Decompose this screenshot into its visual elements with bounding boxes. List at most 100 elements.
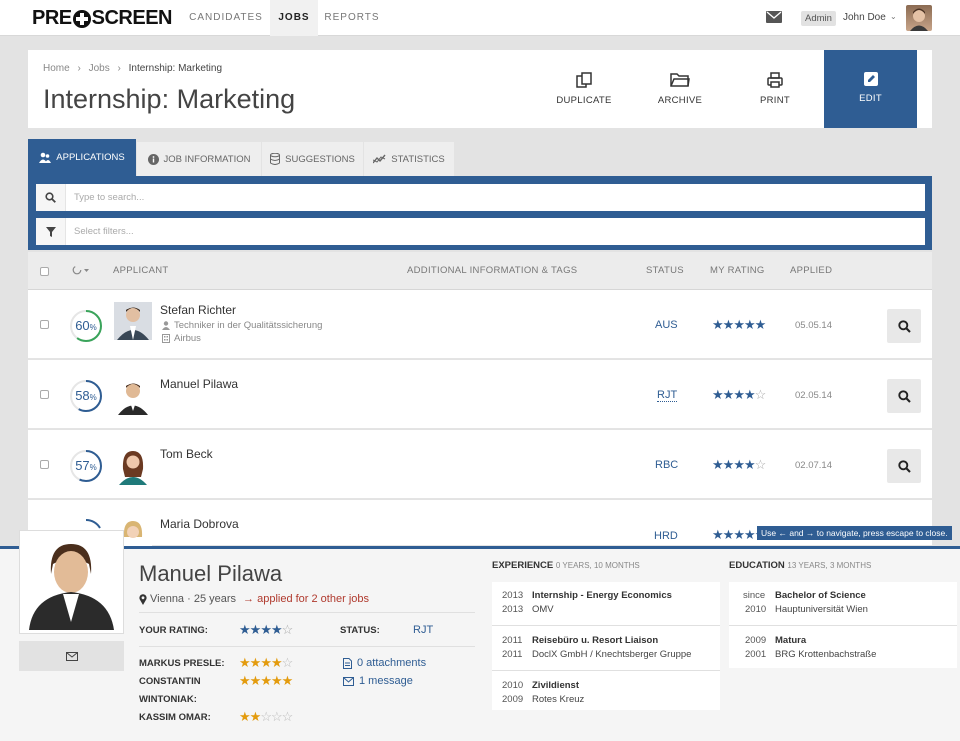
applicant-name[interactable]: Stefan Richter (160, 303, 236, 317)
star-filled-icon: ★ (239, 655, 251, 670)
star-filled-icon: ★ (712, 527, 724, 542)
logo-plus-icon (72, 9, 91, 28)
envelope-icon (65, 651, 78, 661)
education-title: EDUCATION (729, 560, 785, 571)
my-rating-stars[interactable]: ★★★★★ (712, 317, 766, 333)
divider (139, 646, 475, 647)
avatar[interactable] (114, 302, 152, 340)
experience-title: Zivildienst (532, 680, 579, 691)
building-icon (162, 334, 170, 343)
avatar[interactable] (114, 377, 152, 415)
users-icon (39, 152, 52, 163)
messages-link[interactable]: 1 message (343, 675, 413, 687)
breadcrumb-home[interactable]: Home (43, 63, 70, 74)
column-my-rating[interactable]: MY RATING (710, 265, 765, 276)
other-jobs-link[interactable]: → applied for 2 other jobs (243, 593, 369, 605)
applicant-name[interactable]: Manuel Pilawa (160, 377, 238, 391)
candidate-name: Manuel Pilawa (139, 561, 283, 586)
select-all-checkbox[interactable] (40, 267, 49, 276)
star-filled-icon: ★ (743, 457, 756, 472)
status-value[interactable]: RJT (657, 389, 678, 402)
star-filled-icon: ★ (281, 673, 294, 688)
experience-org: OMV (532, 604, 554, 615)
view-button[interactable] (887, 379, 921, 413)
message-button[interactable] (19, 641, 124, 671)
edit-icon (863, 72, 878, 86)
divider (729, 625, 957, 626)
database-icon (270, 153, 281, 165)
star-filled-icon: ★ (260, 673, 272, 688)
tab-suggestions[interactable]: SUGGESTIONS (262, 142, 363, 176)
row-checkbox[interactable] (40, 390, 49, 399)
nav-tab-candidates[interactable]: CANDIDATES (183, 0, 269, 36)
divider (492, 670, 720, 671)
row-checkbox[interactable] (40, 460, 49, 469)
duplicate-button[interactable]: DUPLICATE (540, 50, 628, 128)
star-filled-icon: ★ (733, 527, 745, 542)
edit-button[interactable]: EDIT (824, 50, 917, 128)
status-value[interactable]: HRD (654, 530, 678, 542)
breadcrumb-jobs[interactable]: Jobs (89, 63, 110, 74)
chevron-down-icon[interactable]: ⌄ (890, 12, 897, 21)
experience-org: Rotes Kreuz (532, 694, 585, 705)
breadcrumb: Home › Jobs › Internship: Marketing (43, 63, 222, 74)
status-value[interactable]: RBC (655, 459, 678, 471)
star-filled-icon: ★ (712, 457, 724, 472)
experience-year-to: 2013 (502, 604, 524, 615)
candidate-photo (19, 530, 124, 634)
applicant-name[interactable]: Tom Beck (160, 447, 213, 461)
print-button[interactable]: PRINT (731, 50, 819, 128)
experience-item: 2011 Reisebüro u. Resort Liaison 2011 DoclX… (502, 634, 710, 662)
education-item: since Bachelor of Science 2010 Hauptunivers… (739, 589, 947, 617)
rater-stars: ★★★★☆ (239, 655, 293, 671)
applicant-name[interactable]: Maria Dobrova (160, 517, 239, 531)
applicant-job: Techniker in der Qualitätssicherung (162, 320, 322, 331)
print-label: PRINT (760, 95, 790, 106)
mail-icon[interactable] (766, 11, 782, 23)
user-name[interactable]: John Doe (843, 12, 886, 23)
attachments-link[interactable]: 0 attachments (343, 657, 426, 669)
column-status[interactable]: STATUS (646, 265, 684, 276)
your-rating-stars[interactable]: ★★★★☆ (239, 622, 293, 638)
user-avatar[interactable] (906, 5, 932, 31)
nav-tab-reports[interactable]: REPORTS (318, 0, 386, 36)
my-rating-stars[interactable]: ★★★★☆ (712, 387, 766, 403)
search-field[interactable]: Type to search... (36, 184, 925, 211)
match-score-unit: % (89, 393, 97, 402)
match-score-value: 60 (75, 318, 90, 333)
status-value[interactable]: AUS (655, 319, 678, 331)
education-year-to: 2010 (745, 604, 767, 615)
logo[interactable]: PRE SCREEN (32, 7, 172, 30)
row-checkbox[interactable] (40, 320, 49, 329)
filter-input[interactable]: Select filters... (74, 226, 134, 237)
column-applied[interactable]: APPLIED (790, 265, 832, 276)
divider (492, 625, 720, 626)
status-value[interactable]: RJT (413, 624, 433, 636)
rater-label: WINTONIAK: (139, 694, 197, 705)
tab-suggestions-label: SUGGESTIONS (285, 153, 355, 165)
nav-tab-jobs[interactable]: JOBS (270, 0, 318, 36)
search-icon (36, 184, 66, 211)
view-button[interactable] (887, 449, 921, 483)
column-applicant[interactable]: APPLICANT (113, 265, 169, 276)
sort-score-icon[interactable] (72, 265, 92, 275)
star-filled-icon: ★ (270, 655, 283, 670)
tab-statistics[interactable]: STATISTICS (364, 142, 454, 176)
tab-job-information[interactable]: JOB INFORMATION (137, 142, 261, 176)
experience-year-to: 2011 (502, 649, 523, 660)
tab-applications[interactable]: APPLICATIONS (28, 139, 136, 176)
archive-button[interactable]: ARCHIVE (636, 50, 724, 128)
envelope-icon (343, 676, 354, 686)
education-title: Bachelor of Science (775, 590, 866, 601)
archive-label: ARCHIVE (657, 95, 703, 106)
view-button[interactable] (887, 309, 921, 343)
your-rating-label: YOUR RATING: (139, 625, 208, 636)
column-additional-info[interactable]: ADDITIONAL INFORMATION & TAGS (407, 265, 577, 276)
search-input[interactable]: Type to search... (74, 192, 144, 203)
my-rating-stars[interactable]: ★★★★☆ (712, 457, 766, 473)
filter-field[interactable]: Select filters... (36, 218, 925, 245)
logo-text-left: PRE (32, 7, 72, 29)
rater-stars: ★★★★★ (239, 673, 294, 689)
experience-item: 2010 Zivildienst 2009 Rotes Kreuz (502, 679, 710, 707)
avatar[interactable] (114, 447, 152, 485)
